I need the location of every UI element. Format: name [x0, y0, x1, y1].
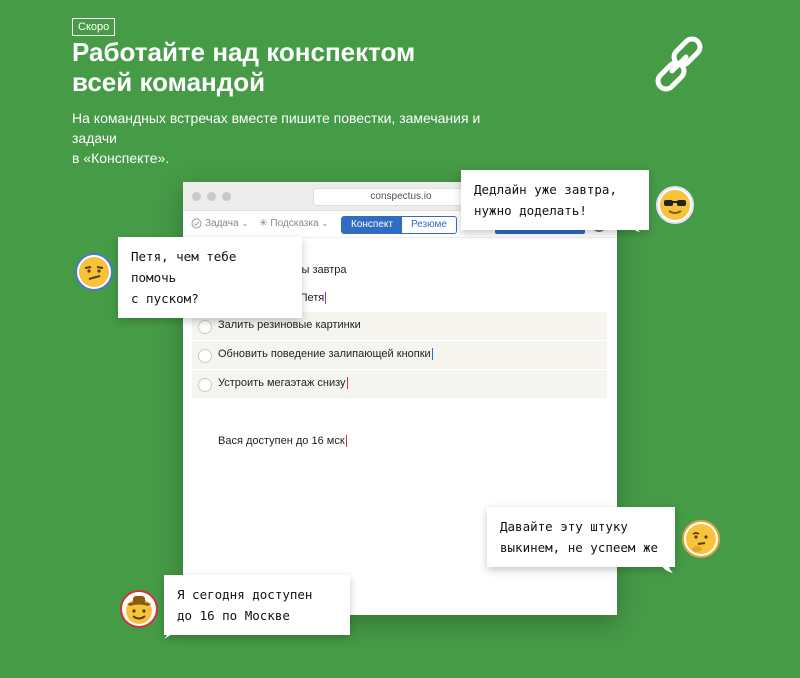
bubble-text: нужно доделать! — [474, 203, 587, 218]
tab-conspect[interactable]: Конспект — [342, 217, 402, 233]
page-subtitle: На командных встречах вместе пишите пове… — [72, 108, 512, 168]
text-cursor — [346, 377, 348, 390]
page-title: Работайте над конспектом всей командой — [72, 37, 492, 97]
subtitle-line-2: в «Конспекте». — [72, 150, 170, 166]
task-checkbox[interactable] — [198, 378, 212, 392]
page-title-line-2: всей командой — [72, 67, 266, 97]
chat-bubble-discard: Давайте эту штуку выкинем, не успеем же — [487, 507, 675, 567]
view-switcher: Конспект Резюме — [341, 216, 457, 234]
check-circle-icon — [191, 218, 202, 229]
text-cursor — [431, 348, 433, 361]
cowboy-emoji — [120, 590, 158, 628]
bubble-text: Давайте эту штуку — [500, 519, 628, 534]
window-minimize-dot[interactable] — [207, 192, 216, 201]
magic-wand-icon: ✳ — [259, 218, 268, 229]
coming-soon-badge: Скоро — [72, 18, 116, 36]
chevron-down-icon: ⌄ — [321, 219, 329, 228]
bubble-tail — [118, 291, 132, 303]
task-row[interactable]: Устроить мегаэтаж снизу — [192, 370, 607, 398]
bubble-text: Петя, чем тебе помочь — [131, 249, 237, 285]
link-icon — [655, 36, 703, 92]
thinking-emoji — [682, 520, 720, 558]
hint-menu[interactable]: ✳ Подсказка ⌄ — [259, 218, 328, 229]
task-menu-label: Задача — [205, 218, 239, 229]
bubble-tail — [164, 627, 178, 639]
window-maximize-dot[interactable] — [222, 192, 231, 201]
bubble-tail — [659, 561, 673, 573]
text-cursor — [345, 435, 347, 448]
task-checkbox[interactable] — [198, 320, 212, 334]
task-checkbox[interactable] — [198, 349, 212, 363]
hint-menu-label: Подсказка — [270, 218, 319, 229]
task-menu[interactable]: Задача ⌄ — [191, 218, 248, 229]
page-title-line-1: Работайте над конспектом — [72, 37, 416, 67]
task-text: Обновить поведение залипающей кнопки — [218, 348, 433, 361]
window-close-dot[interactable] — [192, 192, 201, 201]
task-text: Залить резиновые картинки — [218, 319, 361, 331]
task-text: Устроить мегаэтаж снизу — [218, 377, 348, 390]
chat-bubble-deadline: Дедлайн уже завтра, нужно доделать! — [461, 170, 649, 230]
bubble-text: Дедлайн уже завтра, — [474, 182, 617, 197]
chat-bubble-help: Петя, чем тебе помочь с пуском? — [118, 237, 302, 318]
sunglasses-emoji — [656, 186, 694, 224]
chat-bubble-availability: Я сегодня доступен до 16 по Москве — [164, 575, 350, 635]
bubble-tail — [626, 220, 640, 232]
bubble-text: до 16 по Москве — [177, 608, 290, 623]
task-row[interactable]: Обновить поведение залипающей кнопки — [192, 341, 607, 369]
bubble-text: с пуском? — [131, 291, 199, 306]
bubble-text: выкинем, не успеем же — [500, 540, 659, 555]
chevron-down-icon: ⌄ — [241, 219, 249, 228]
tab-summary[interactable]: Резюме — [401, 217, 456, 233]
doc-note[interactable]: Вася доступен до 16 мск — [218, 435, 347, 448]
smirk-emoji — [75, 253, 113, 291]
bubble-text: Я сегодня доступен — [177, 587, 313, 602]
text-cursor — [325, 292, 327, 305]
doc-note-text: Вася доступен до 16 мск — [218, 435, 345, 447]
subtitle-line-1: На командных встречах вместе пишите пове… — [72, 110, 481, 146]
